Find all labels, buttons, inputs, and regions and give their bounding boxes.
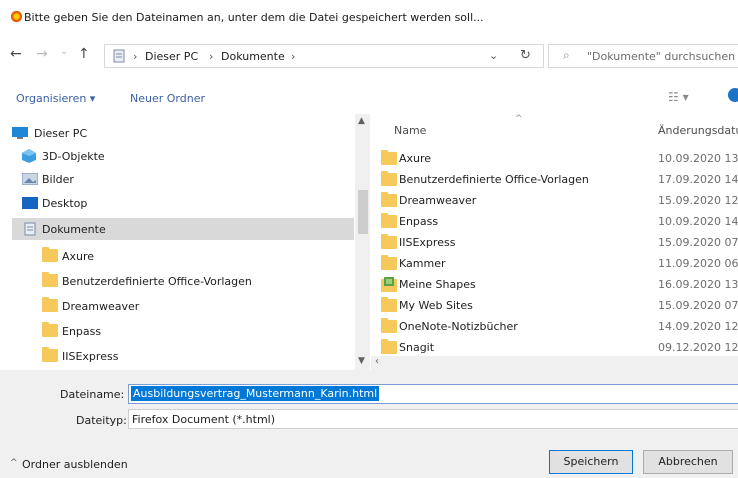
breadcrumb-dieser-pc[interactable]: Dieser PC [145, 50, 198, 63]
firefox-icon [10, 10, 23, 23]
nav-item-axure[interactable]: Axure [12, 245, 352, 267]
file-row-office-vorlagen[interactable]: Benutzerdefinierte Office-Vorlagen 17.09… [371, 169, 738, 190]
documents-icon [24, 222, 36, 236]
scroll-left-icon[interactable]: ‹ [375, 356, 379, 367]
nav-scrollbar[interactable] [355, 114, 370, 370]
column-header-date[interactable]: Änderungsdatu [658, 124, 738, 137]
file-row-onenote[interactable]: OneNote-Notizbücher 14.09.2020 12:0 [371, 316, 738, 337]
filetype-label: Dateityp: [76, 414, 127, 427]
scroll-up-icon[interactable]: ▲ [358, 116, 365, 126]
3d-objects-icon [22, 149, 36, 163]
collapse-chevron-icon[interactable]: ^ [10, 458, 18, 468]
file-row-my-web-sites[interactable]: My Web Sites 15.09.2020 07:1 [371, 295, 738, 316]
nav-item-bilder[interactable]: Bilder [12, 168, 352, 190]
breadcrumb-separator: › [209, 50, 214, 63]
folder-icon [381, 339, 397, 354]
folder-icon [42, 247, 58, 262]
nav-item-dieser-pc[interactable]: Dieser PC [12, 122, 352, 144]
save-button[interactable]: Speichern [549, 450, 633, 474]
documents-icon [113, 49, 125, 63]
pictures-icon [22, 173, 38, 185]
folder-icon [381, 192, 397, 207]
command-bar [0, 84, 738, 112]
shapes-folder-icon [381, 277, 397, 292]
refresh-icon: ↻ [520, 48, 531, 63]
search-icon: ⌕ [563, 48, 570, 62]
nav-item-desktop[interactable]: Desktop [12, 192, 352, 214]
file-row-dreamweaver[interactable]: Dreamweaver 15.09.2020 12:1 [371, 190, 738, 211]
search-placeholder: "Dokumente" durchsuchen [587, 50, 736, 63]
organize-button[interactable]: Organisieren ▾ [16, 92, 95, 105]
file-row-meine-shapes[interactable]: Meine Shapes 16.09.2020 13:1 [371, 274, 738, 295]
folder-icon [42, 272, 58, 287]
recent-locations-chevron-icon[interactable]: ⌄ [60, 46, 68, 57]
nav-item-dreamweaver[interactable]: Dreamweaver [12, 295, 352, 317]
breadcrumb-dokumente[interactable]: Dokumente [221, 50, 285, 63]
address-bar[interactable]: › Dieser PC › Dokumente › ⌄ [104, 44, 524, 68]
navigation-pane[interactable]: Dieser PC 3D-Objekte Bilder Desktop Doku… [0, 114, 370, 370]
cancel-button[interactable]: Abbrechen [643, 450, 733, 474]
nav-item-office-vorlagen[interactable]: Benutzerdefinierte Office-Vorlagen [12, 270, 352, 292]
pc-icon [12, 127, 28, 139]
nav-item-iisexpress[interactable]: IISExpress [12, 345, 352, 367]
search-input[interactable]: ⌕ "Dokumente" durchsuchen [548, 44, 738, 68]
nav-scrollbar-thumb[interactable] [358, 190, 368, 234]
scroll-down-icon[interactable]: ▼ [358, 356, 365, 366]
filename-label: Dateiname: [60, 388, 125, 401]
nav-item-enpass[interactable]: Enpass [12, 320, 352, 342]
new-folder-button[interactable]: Neuer Ordner [130, 92, 205, 105]
file-list[interactable]: Name ^ Änderungsdatu Axure 10.09.2020 13… [371, 114, 738, 370]
breadcrumb-separator: › [291, 50, 296, 63]
forward-arrow-icon[interactable]: → [36, 46, 48, 62]
file-row-iisexpress[interactable]: IISExpress 15.09.2020 07:1 [371, 232, 738, 253]
folder-icon [381, 213, 397, 228]
dialog-title: Bitte geben Sie den Dateinamen an, unter… [24, 11, 484, 24]
view-options-icon[interactable]: ☷ ▾ [668, 90, 689, 104]
column-header-name[interactable]: Name [394, 124, 426, 137]
back-arrow-icon[interactable]: ← [10, 46, 22, 62]
filetype-value: Firefox Document (*.html) [132, 413, 276, 426]
address-dropdown-chevron-icon[interactable]: ⌄ [489, 49, 498, 62]
file-row-axure[interactable]: Axure 10.09.2020 13:5 [371, 148, 738, 169]
folder-icon [42, 322, 58, 337]
file-list-horizontal-scrollbar[interactable]: ‹ [371, 356, 738, 370]
folder-icon [42, 297, 58, 312]
filename-value[interactable]: Ausbildungsvertrag_Mustermann_Karin.html [131, 386, 380, 401]
folder-icon [381, 297, 397, 312]
folder-icon [42, 347, 58, 362]
file-row-kammer[interactable]: Kammer 11.09.2020 06:5 [371, 253, 738, 274]
help-icon[interactable] [728, 88, 738, 102]
refresh-button[interactable]: ↻ [508, 44, 544, 68]
nav-item-dokumente[interactable]: Dokumente [12, 218, 354, 240]
title-bar: Bitte geben Sie den Dateinamen an, unter… [0, 0, 738, 32]
folder-icon [381, 255, 397, 270]
folder-icon [381, 171, 397, 186]
file-row-snagit[interactable]: Snagit 09.12.2020 12:2 [371, 337, 738, 358]
desktop-icon [22, 197, 38, 209]
folder-icon [381, 318, 397, 333]
folder-icon [381, 150, 397, 165]
up-arrow-icon[interactable]: ↑ [78, 46, 90, 62]
nav-item-3d-objekte[interactable]: 3D-Objekte [12, 145, 352, 167]
file-row-enpass[interactable]: Enpass 10.09.2020 14:2 [371, 211, 738, 232]
folder-icon [381, 234, 397, 249]
breadcrumb-separator: › [133, 50, 138, 63]
hide-folders-button[interactable]: Ordner ausblenden [22, 458, 128, 471]
sort-ascending-icon: ^ [515, 114, 523, 124]
